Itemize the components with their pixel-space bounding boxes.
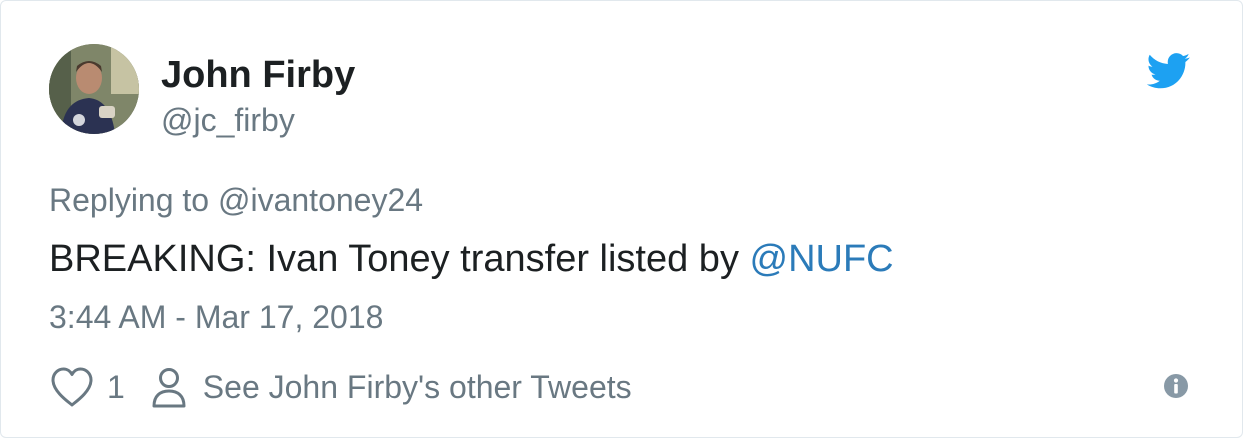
tweet-text: BREAKING: Ivan Toney transfer listed by …: [49, 237, 894, 281]
nufc-mention-link[interactable]: @NUFC: [750, 238, 894, 280]
replying-to: Replying to @ivantoney24: [49, 181, 423, 219]
author-handle[interactable]: @jc_firby: [161, 101, 295, 139]
heart-icon[interactable]: [49, 366, 95, 408]
avatar-photo: [49, 44, 139, 134]
info-icon[interactable]: [1163, 373, 1189, 399]
tweet-actions: 1 See John Firby's other Tweets: [49, 365, 632, 409]
avatar[interactable]: [49, 44, 139, 134]
see-other-tweets-link[interactable]: See John Firby's other Tweets: [203, 369, 632, 406]
like-count[interactable]: 1: [107, 369, 125, 406]
tweet-timestamp[interactable]: 3:44 AM - Mar 17, 2018: [49, 298, 383, 336]
tweet-body: BREAKING: Ivan Toney transfer listed by: [49, 238, 739, 280]
author-name[interactable]: John Firby: [161, 53, 355, 97]
reply-mention-link[interactable]: @ivantoney24: [218, 182, 423, 218]
person-icon: [152, 368, 186, 408]
tweet-card: John Firby @jc_firby Replying to @ivanto…: [0, 0, 1243, 438]
twitter-bird-icon[interactable]: [1147, 53, 1191, 89]
replying-to-label: Replying to: [49, 182, 210, 218]
